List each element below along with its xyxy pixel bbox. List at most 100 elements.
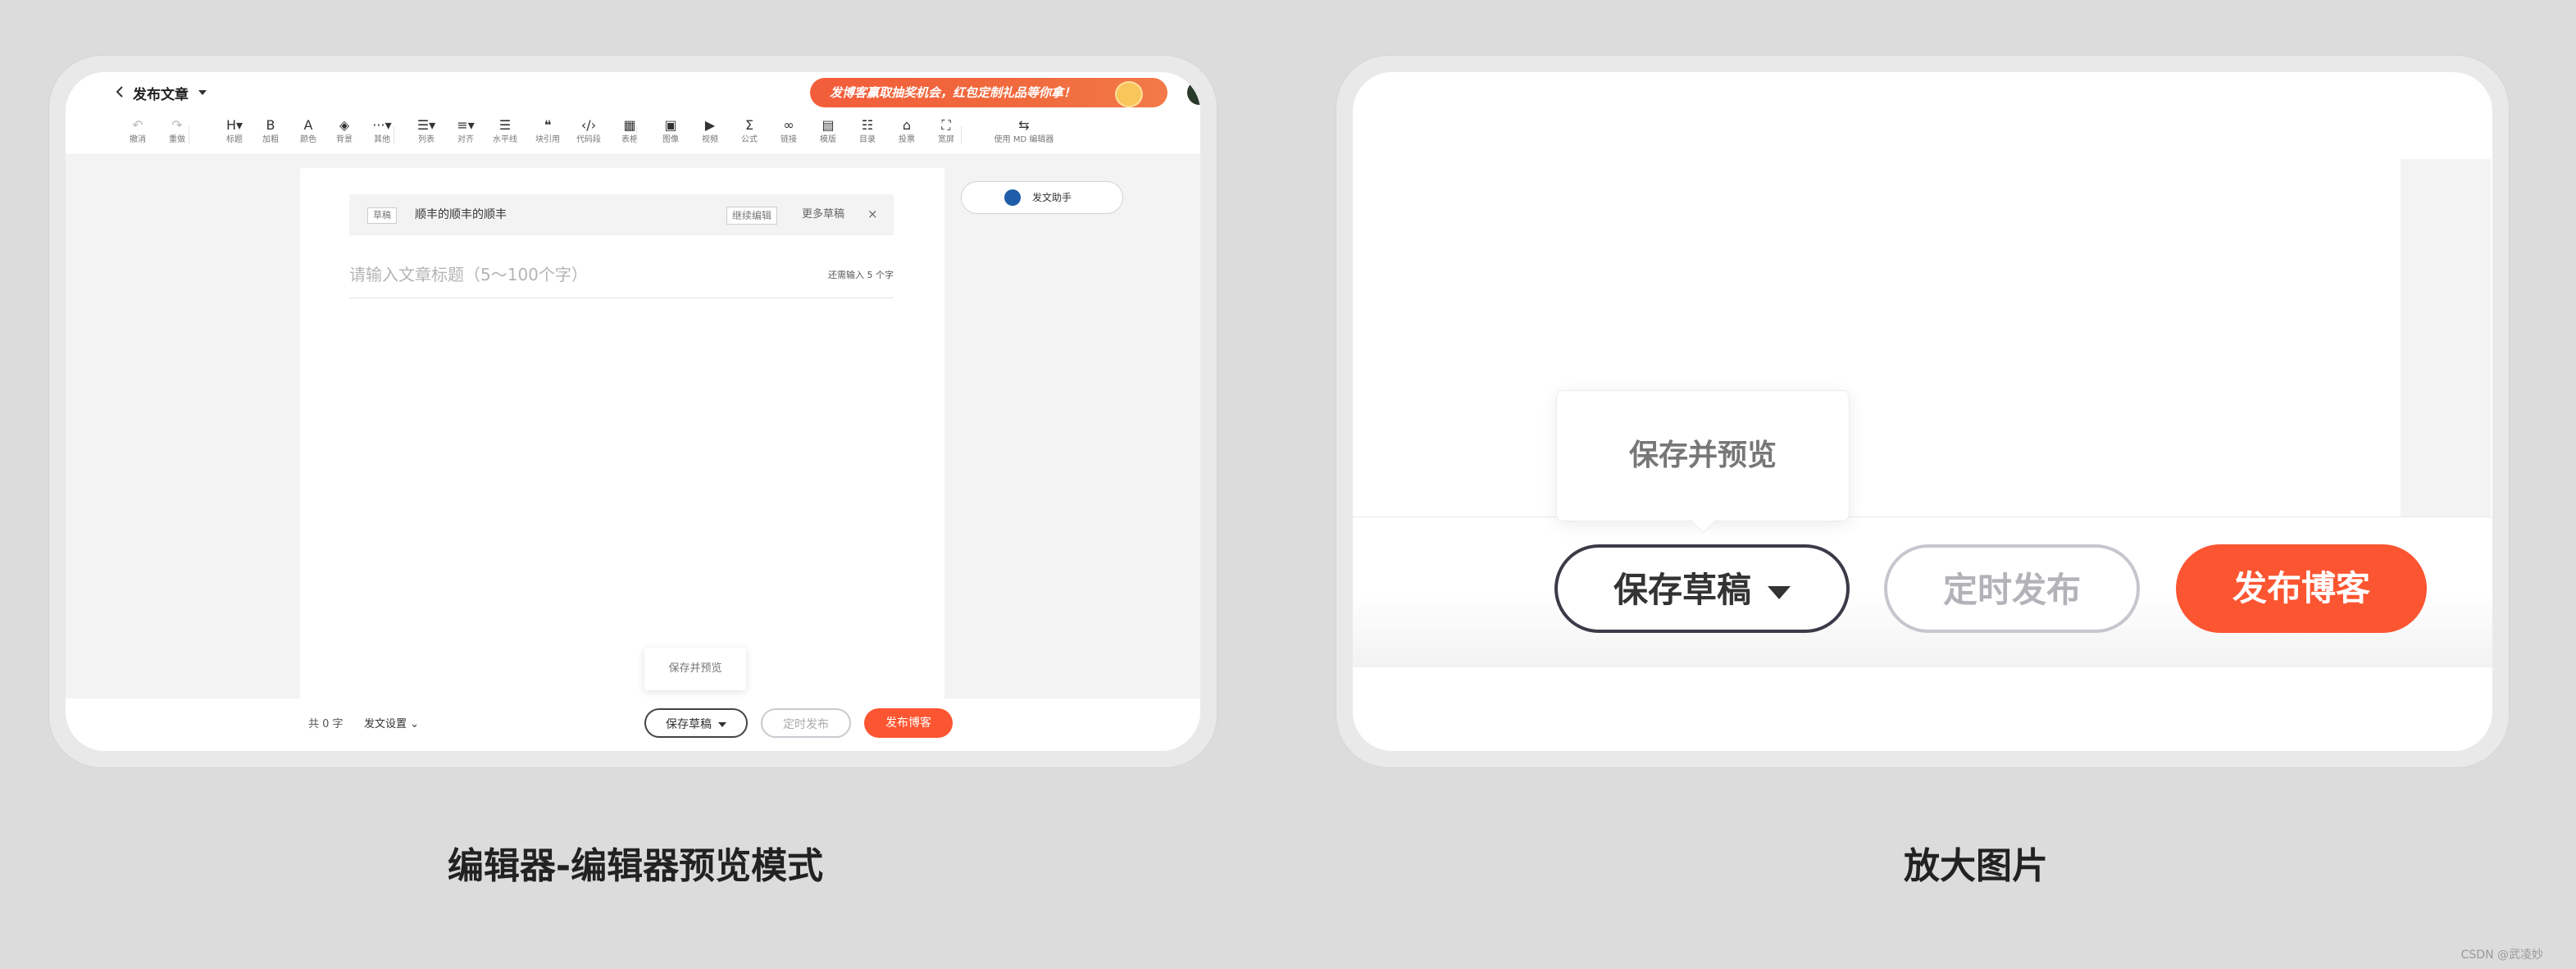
zoom-schedule-label: 定时发布 [1942,570,2081,610]
zoom-publish-label: 发布博客 [2232,568,2370,608]
background-icon: ◈ [339,117,350,133]
publish-blog-button[interactable]: 发布博客 [864,708,953,738]
toolbar-undo-button[interactable]: ↶ 撤消 [120,116,156,146]
more-drafts-link[interactable]: 更多草稿 [802,207,844,223]
zoom-save-draft-label: 保存草稿 [1613,570,1751,610]
zoom-save-preview-popover[interactable]: 保存并预览 [1556,390,1850,534]
formula-icon: Σ [744,117,754,133]
toolbar-heading-button[interactable]: H▾ 标题 [216,116,253,146]
toolbar-bold-button[interactable]: B 加粗 [253,116,289,146]
toolbar-align-button[interactable]: ≡▾ 对齐 [448,116,484,146]
save-draft-label: 保存草稿 [666,718,712,731]
toolbar-background-button[interactable]: ◈ 背景 [326,116,362,146]
toolbar-link-button[interactable]: ∞ 链接 [771,116,807,146]
zoom-save-draft-button[interactable]: 保存草稿 [1554,544,1850,633]
quote-icon: ❝ [544,117,552,133]
toolbar-divider [636,126,637,144]
publish-label: 发布博客 [885,717,931,730]
editor-topbar: 发布文章 发博客赢取抽奖机会，红包定制礼品等你拿！ [66,72,1200,113]
save-preview-label: 保存并预览 [668,662,722,675]
toolbar-formula-button[interactable]: Σ 公式 [731,116,767,146]
toolbar-switch-md-button[interactable]: ⇆ 使用 MD 编辑器 [987,116,1061,146]
toolbar-template-button[interactable]: ▤ 模版 [810,116,846,146]
toolbar-label: 视频 [702,135,718,144]
toolbar-label: 链接 [781,135,797,144]
fullscreen-icon: ⛶ [941,117,951,133]
toolbar-more-button[interactable]: ···▾ 其他 [364,116,400,146]
toolbar-vote-button[interactable]: ⌂ 投票 [889,116,925,146]
more-icon: ···▾ [372,117,392,133]
zoom-publish-button[interactable]: 发布博客 [2176,544,2427,633]
toolbar-horizontal-rule-button[interactable]: ☰ 水平线 [487,116,523,146]
chevron-down-icon: ⌄ [410,718,420,730]
redo-icon: ↷ [171,117,183,133]
toolbar-quote-button[interactable]: ❝ 块引用 [530,116,566,146]
align-icon: ≡▾ [457,117,475,133]
zoom-schedule-button[interactable]: 定时发布 [1884,544,2140,633]
page-title[interactable]: 发布文章 [133,83,189,103]
schedule-publish-button[interactable]: 定时发布 [761,708,851,738]
toolbar-label: 对齐 [457,135,474,144]
toolbar-code-button[interactable]: ‹/› 代码段 [571,116,607,146]
zoom-device-frame: 保存并预览 保存草稿 定时发布 发布博客 [1336,56,2509,767]
editor-paper[interactable]: 草稿 顺丰的顺丰的顺丰 继续编辑 更多草稿 × 请输入文章标题（5～100个字）… [300,168,944,698]
caret-down-icon [1768,585,1791,599]
toolbar-label: 表格 [621,135,638,144]
toolbar-font-color-button[interactable]: A 颜色 [290,116,326,146]
title-placeholder: 请输入文章标题（5～100个字） [349,265,588,284]
save-draft-button[interactable]: 保存草稿 [644,708,748,738]
editor-toolbar: ↶ 撤消 ↷ 重做 H▾ 标题 B 加粗 A 颜色 ◈ 背景 ···▾ 其他 ☰▾ 列表 ≡▾ 对齐 ☰ 水平线 ❝ 块引… [66,113,1200,155]
toc-icon: ☷ [861,117,874,133]
toolbar-label: 使用 MD 编辑器 [994,135,1054,144]
toolbar-redo-button[interactable]: ↷ 重做 [159,116,195,146]
title-count-hint: 还需输入 5 个字 [828,270,894,280]
caret-down-icon [718,722,726,727]
toolbar-list-button[interactable]: ☰▾ 列表 [408,116,444,146]
toolbar-divider [961,126,962,144]
toolbar-video-button[interactable]: ▶ 视频 [692,116,728,146]
close-icon[interactable]: × [867,206,878,222]
chevron-down-icon[interactable] [198,90,207,95]
zoom-screen: 保存并预览 保存草稿 定时发布 发布博客 [1353,72,2492,751]
promo-banner-text: 发博客赢取抽奖机会，红包定制礼品等你拿！ [830,85,1076,100]
writing-assistant-button[interactable]: 发文助手 [961,181,1123,214]
image-icon: ▣ [664,117,677,133]
article-title-input[interactable]: 请输入文章标题（5～100个字） 还需输入 5 个字 [349,253,894,298]
toolbar-fullscreen-button[interactable]: ⛶ 宽屏 [928,116,964,146]
schedule-label: 定时发布 [783,718,829,731]
draft-notice-bar: 草稿 顺丰的顺丰的顺丰 继续编辑 更多草稿 × [349,194,894,235]
editor-device-frame: 发布文章 发博客赢取抽奖机会，红包定制礼品等你拿！ ↶ 撤消 ↷ 重做 H▾ 标题 B 加粗 A… [49,56,1217,767]
editor-canvas: 草稿 顺丰的顺丰的顺丰 继续编辑 更多草稿 × 请输入文章标题（5～100个字）… [66,155,1200,698]
toolbar-label: 代码段 [576,135,601,144]
toolbar-label: 水平线 [493,135,517,144]
toolbar-toc-button[interactable]: ☷ 目录 [849,116,885,146]
zoom-footer-area [1353,667,2492,751]
post-settings-label: 发文设置 [364,718,407,730]
watermark: CSDN @武凌妙 [2460,949,2543,962]
toolbar-label: 背景 [336,135,353,144]
assistant-label: 发文助手 [1032,192,1072,203]
horizontal-rule-icon: ☰ [498,117,512,133]
zoom-side-panel [2401,159,2491,520]
avatar[interactable] [1187,80,1200,105]
save-preview-popover[interactable]: 保存并预览 [644,648,746,690]
toolbar-image-button[interactable]: ▣ 图像 [653,116,689,146]
post-settings-link[interactable]: 发文设置 ⌄ [364,715,419,730]
promo-banner[interactable]: 发博客赢取抽奖机会，红包定制礼品等你拿！ [810,78,1167,107]
font-color-icon: A [303,117,313,133]
list-icon: ☰▾ [416,117,436,133]
draft-tag: 草稿 [367,207,397,224]
switch-md-icon: ⇆ [1018,117,1030,133]
toolbar-label: 撤消 [130,135,146,144]
left-caption: 编辑器-编辑器预览模式 [447,845,824,887]
back-arrow-icon[interactable] [115,85,125,98]
right-caption: 放大图片 [1904,845,2048,887]
editor-bottom-bar: 共 0 字 发文设置 ⌄ 保存并预览 保存草稿 定时发布 发布博客 [66,648,1200,751]
toolbar-label: 目录 [859,135,876,144]
vote-icon: ⌂ [902,117,912,133]
gift-badge-icon [1115,81,1143,107]
toolbar-table-button[interactable]: ▦ 表格 [612,116,648,146]
heading-icon: H▾ [225,117,243,133]
undo-icon: ↶ [132,117,143,133]
continue-edit-button[interactable]: 继续编辑 [726,207,778,225]
